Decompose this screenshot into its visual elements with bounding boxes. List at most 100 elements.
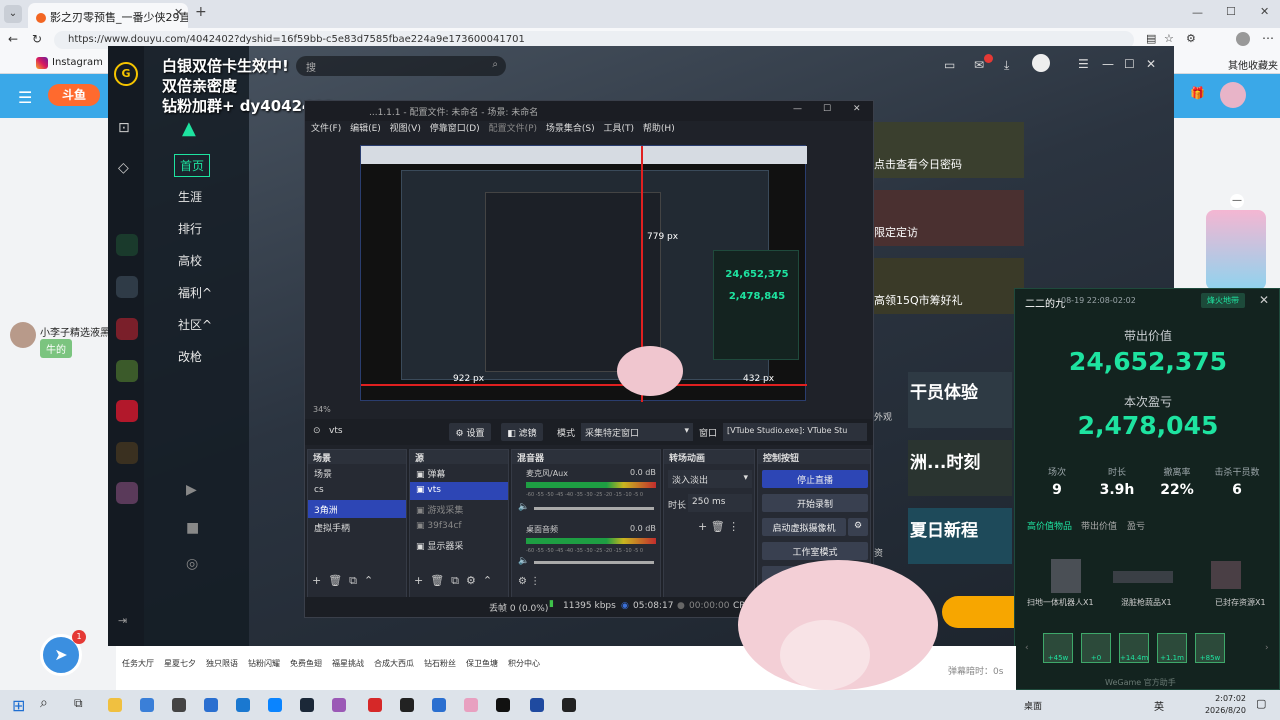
speaker-icon[interactable]: 🔈 xyxy=(518,556,529,566)
add-scene-icon[interactable]: + 🗑 ⧉ ⌃ xyxy=(312,574,373,588)
app-icon[interactable] xyxy=(332,698,346,712)
toolbar-item[interactable]: 钻石粉丝 xyxy=(424,658,456,669)
gift-icon[interactable]: 🎁 xyxy=(1190,86,1205,100)
hamburger-icon[interactable]: ☰ xyxy=(18,88,32,107)
obs-preview[interactable]: 24,652,375 2,478,845 779 px 922 px 432 p… xyxy=(360,145,807,402)
bookmark-other[interactable]: 其他收藏夹 xyxy=(1228,57,1278,72)
card-reward[interactable]: 高领15Q市筹好礼 xyxy=(872,258,1024,314)
obs-menu-file[interactable]: 文件(F) xyxy=(311,124,341,134)
task-view-icon[interactable]: ⧉ xyxy=(74,696,83,711)
headset-icon[interactable]: ◎ xyxy=(186,556,198,572)
game-icon-7[interactable] xyxy=(116,482,138,504)
studio-mode-button[interactable]: 工作室模式 xyxy=(762,542,868,560)
source-item[interactable]: ▣ 39f34cf xyxy=(410,518,508,536)
bag-icon[interactable]: ⊡ xyxy=(118,120,130,136)
browser-tab[interactable]: 影之刃零预售_一番少侠29直播_一 xyxy=(28,3,188,28)
duration-input[interactable]: 250 ms xyxy=(688,494,752,512)
toolbar-item[interactable]: 福星挑战 xyxy=(332,658,364,669)
source-item-selected[interactable]: ▣ vts xyxy=(410,482,508,500)
mode-select[interactable]: 采集特定窗口 ▾ xyxy=(581,423,693,441)
scene-item-selected[interactable]: 3角洲 xyxy=(308,500,406,518)
obs-menu-help[interactable]: 帮助(H) xyxy=(643,124,675,134)
app-icon[interactable] xyxy=(530,698,544,712)
card-operator[interactable]: 干员体验 xyxy=(908,372,1012,428)
mixer-settings-icon[interactable]: ⚙ ⋮ xyxy=(518,576,540,587)
app-icon[interactable] xyxy=(236,698,250,712)
douyu-logo[interactable]: 斗鱼 xyxy=(48,84,100,106)
obs-window[interactable]: ...1.1.1 - 配置文件: 未命名 - 场景: 未命名 — ☐ ✕ 文件(… xyxy=(304,100,874,618)
app-icon[interactable] xyxy=(368,698,382,712)
back-icon[interactable]: ← xyxy=(8,32,18,46)
transition-select[interactable]: 淡入淡出 ▾ xyxy=(668,470,752,488)
obs-close-icon[interactable]: ✕ xyxy=(853,104,861,114)
clock-date[interactable]: 2026/8/20 xyxy=(1202,706,1246,715)
card-summer[interactable]: 夏日新程 xyxy=(908,508,1012,564)
source-item[interactable]: ▣ 显示器采 xyxy=(410,536,508,554)
delta-icon[interactable] xyxy=(116,234,138,256)
windows-start-icon[interactable]: ⊞ xyxy=(12,696,25,715)
toolbar-item[interactable]: 积分中心 xyxy=(508,658,540,669)
search-icon[interactable]: ⌕ xyxy=(40,695,48,711)
close-window-icon[interactable]: ✕ xyxy=(1260,5,1269,18)
stream-maximize-icon[interactable]: ☐ xyxy=(1124,57,1135,71)
overlay-tab-high-value[interactable]: 高价值物品 xyxy=(1027,519,1072,532)
overlay-close-icon[interactable]: ✕ xyxy=(1259,293,1269,307)
promo-close-icon[interactable]: — xyxy=(1230,194,1244,208)
tab-actions-icon[interactable]: ⌄ xyxy=(4,5,22,23)
source-item[interactable]: ▣ 弹幕 xyxy=(410,464,508,482)
toolbar-item[interactable]: 任务大厅 xyxy=(122,658,154,669)
obs-menu-tools[interactable]: 工具(T) xyxy=(604,124,635,134)
scene-item[interactable]: 场景 xyxy=(308,464,406,482)
obs-maximize-icon[interactable]: ☐ xyxy=(823,104,831,114)
overlay-tab-extract-value[interactable]: 带出价值 xyxy=(1081,519,1117,532)
toolbar-item[interactable]: 合成大西瓜 xyxy=(374,658,414,669)
game-icon-6[interactable] xyxy=(116,442,138,464)
camera-icon[interactable]: ■ xyxy=(186,520,199,536)
kills-prev-icon[interactable]: ‹ xyxy=(1025,643,1029,653)
app-icon[interactable] xyxy=(204,698,218,712)
menu-rank[interactable]: 排行 xyxy=(178,220,202,237)
chat-icon[interactable]: ▭ xyxy=(944,58,955,72)
obs-menu-docks[interactable]: 停靠窗口(D) xyxy=(430,124,480,134)
refresh-icon[interactable]: ↻ xyxy=(32,32,42,46)
start-recording-button[interactable]: 开始录制 xyxy=(762,494,868,512)
menu-career[interactable]: 生涯 xyxy=(178,188,202,205)
card-moment[interactable]: 洲...时刻 xyxy=(908,440,1012,496)
speaker-icon[interactable]: 🔈 xyxy=(518,502,529,512)
menu-welfare[interactable]: 福利^ xyxy=(178,284,212,301)
toolbar-item[interactable]: 保卫鱼塘 xyxy=(466,658,498,669)
collapse-icon[interactable]: ⇥ xyxy=(118,614,127,627)
menu-home[interactable]: 首页 xyxy=(174,154,211,177)
overlay-tab-profit[interactable]: 盈亏 xyxy=(1127,519,1145,532)
menu-dots-icon[interactable]: ⋯ xyxy=(1262,31,1274,45)
gift-send-button[interactable] xyxy=(942,596,1014,628)
app-icon[interactable] xyxy=(140,698,154,712)
favorite-star-icon[interactable]: ☆ xyxy=(1164,32,1174,45)
game-icon-5[interactable] xyxy=(116,400,138,422)
scene-item[interactable]: cs xyxy=(308,482,406,500)
stream-menu-icon[interactable]: ☰ xyxy=(1078,57,1089,71)
taskbar-desktop-label[interactable]: 桌面 xyxy=(1024,699,1042,712)
virtual-camera-settings-icon[interactable]: ⚙ xyxy=(848,518,868,536)
game-icon-2[interactable] xyxy=(116,276,138,298)
app-icon[interactable] xyxy=(464,698,478,712)
bookmark-instagram[interactable]: Instagram xyxy=(52,57,103,68)
zoom-level[interactable]: 34% xyxy=(313,405,331,414)
mixer-channel-1-slider[interactable] xyxy=(534,507,654,510)
source-settings-button[interactable]: ⚙ 设置 xyxy=(449,423,491,441)
menu-gunsmith[interactable]: 改枪 xyxy=(178,348,202,365)
obs-menu-profile[interactable]: 配置文件(P) xyxy=(489,124,537,134)
ime-label[interactable]: 英 xyxy=(1154,698,1164,713)
obs-icon[interactable] xyxy=(400,698,414,712)
stream-search-input[interactable]: 搜 ⌕ xyxy=(296,56,506,76)
app-icon[interactable] xyxy=(172,698,186,712)
user-avatar[interactable] xyxy=(1220,82,1246,108)
toolbar-item[interactable]: 星夏七夕 xyxy=(164,658,196,669)
menu-college[interactable]: 高校 xyxy=(178,252,202,269)
app-icon[interactable] xyxy=(562,698,576,712)
toolbar-item[interactable]: 独只限语 xyxy=(206,658,238,669)
mail-icon[interactable]: ✉ xyxy=(974,58,984,72)
window-select[interactable]: [VTube Studio.exe]: VTube Stu xyxy=(723,423,867,441)
game-icon-3[interactable] xyxy=(116,318,138,340)
stream-close-icon[interactable]: ✕ xyxy=(1146,57,1156,71)
